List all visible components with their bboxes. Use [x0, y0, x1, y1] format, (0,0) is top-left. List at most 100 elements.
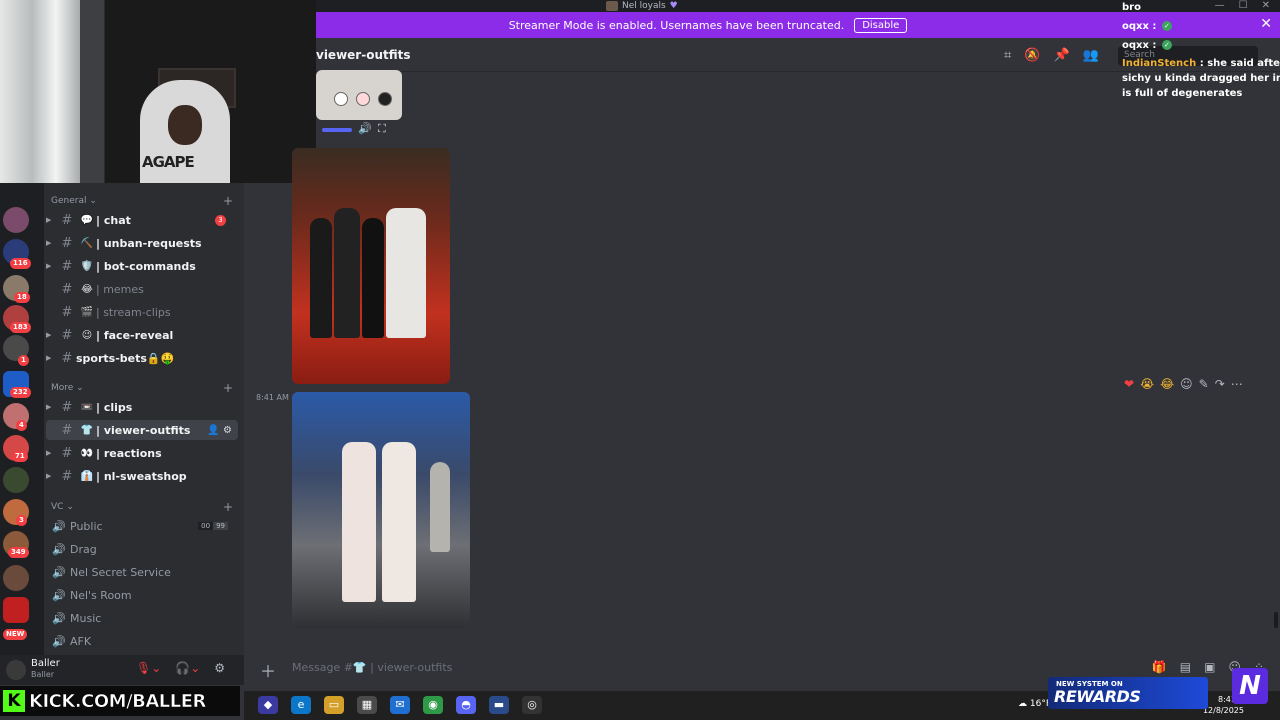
- voice-channel[interactable]: 🔊 AFK: [46, 631, 238, 651]
- message-input[interactable]: Message #👕 | viewer-outfits: [292, 661, 452, 674]
- channel-emoji: 👕: [80, 424, 94, 436]
- add-channel-icon[interactable]: +: [223, 500, 233, 514]
- channel-label: | stream-clips: [96, 305, 171, 319]
- voice-label: AFK: [70, 634, 92, 648]
- server-name: Nel loyals: [622, 1, 666, 11]
- channel-item[interactable]: # 😂 | memes: [46, 279, 238, 299]
- image-attachment[interactable]: [292, 392, 470, 628]
- unread-badge: 3: [215, 214, 226, 226]
- more-icon[interactable]: ⋯: [1231, 377, 1243, 391]
- channel-settings-icon[interactable]: 👤 ⚙: [207, 425, 232, 436]
- volume-icon[interactable]: 🔊: [358, 122, 372, 135]
- server-icon[interactable]: [3, 207, 29, 233]
- gift-icon[interactable]: 🎁: [1152, 660, 1167, 674]
- fullscreen-icon[interactable]: ⛶: [378, 122, 386, 136]
- channel-item[interactable]: # 🎬 | stream-clips: [46, 302, 238, 322]
- weather-widget[interactable]: ☁ 16°F: [1018, 699, 1051, 709]
- image-attachment[interactable]: [292, 148, 450, 384]
- channel-item[interactable]: ▶ # ⛏️ | unban-requests: [46, 233, 238, 253]
- voice-label: Nel's Room: [70, 588, 132, 602]
- channel-item[interactable]: ▶ # 👔 | nl-sweatshop: [46, 466, 238, 486]
- pin-icon[interactable]: 📌: [1054, 48, 1070, 63]
- mail-icon[interactable]: ✉: [390, 696, 410, 714]
- control-icon: [334, 92, 348, 106]
- cry-reaction-icon[interactable]: 😭: [1140, 377, 1154, 391]
- channel-label: | face-reveal: [96, 328, 174, 342]
- discord-icon[interactable]: ◓: [456, 696, 476, 714]
- edit-icon[interactable]: ✎: [1199, 377, 1209, 391]
- voice-channel[interactable]: 🔊 Drag: [46, 539, 238, 559]
- members-icon[interactable]: 👥: [1083, 48, 1099, 63]
- channel-emoji: 😉: [81, 329, 93, 341]
- chrome-icon[interactable]: ◉: [423, 696, 443, 714]
- gif-icon[interactable]: ▤: [1180, 660, 1191, 674]
- category-label: VC: [51, 502, 64, 512]
- laugh-reaction-icon[interactable]: 😂: [1160, 377, 1174, 391]
- voice-channel[interactable]: 🔊 Music: [46, 608, 238, 628]
- channel-emoji: 😂: [81, 283, 93, 295]
- user-panel: Baller Baller 🎙⌄ 🎧⌄ ⚙: [0, 655, 244, 685]
- edge-icon[interactable]: e: [291, 696, 311, 714]
- voice-channel[interactable]: 🔊 Nel Secret Service: [46, 562, 238, 582]
- copilot-icon[interactable]: ◆: [258, 696, 278, 714]
- category-vc[interactable]: VC ⌄ +: [51, 500, 233, 514]
- heart-reaction-icon[interactable]: ❤: [1124, 377, 1134, 391]
- channel-item-active[interactable]: # 👕 | viewer-outfits 👤 ⚙: [46, 420, 238, 440]
- image-attachment[interactable]: [316, 70, 402, 120]
- mic-muted-icon[interactable]: 🎙⌄: [136, 661, 161, 675]
- monitor-icon[interactable]: ▬: [489, 696, 509, 714]
- server-badge: 71: [12, 451, 28, 462]
- avatar[interactable]: [6, 660, 26, 680]
- mute-icon[interactable]: 🔕: [1024, 48, 1040, 63]
- sticker-icon[interactable]: ▣: [1204, 660, 1215, 674]
- server-badge: 116: [10, 258, 31, 269]
- add-reaction-icon[interactable]: ☺: [1180, 377, 1193, 391]
- category-more[interactable]: More ⌄ +: [51, 381, 233, 395]
- scrollbar[interactable]: [1274, 612, 1278, 628]
- add-channel-icon[interactable]: +: [223, 381, 233, 395]
- channel-item[interactable]: ▶ # 📼 | clips: [46, 397, 238, 417]
- server-badge: 4: [16, 420, 27, 431]
- speaker-icon: 🔊: [52, 519, 66, 533]
- obs-icon[interactable]: ◎: [522, 696, 542, 714]
- nel-logo-icon: N: [1232, 668, 1268, 704]
- check-emote-icon: ✓: [1161, 40, 1172, 50]
- headphones-muted-icon[interactable]: 🎧⌄: [175, 661, 200, 675]
- voice-channel[interactable]: 🔊 Nel's Room: [46, 585, 238, 605]
- forward-icon[interactable]: ↷: [1215, 377, 1225, 391]
- user-limit-chip: 00 99: [198, 522, 228, 530]
- volume-slider[interactable]: [322, 128, 352, 132]
- gear-icon[interactable]: ⚙: [214, 661, 225, 675]
- kick-overlay: K KICK.COM/BALLER: [0, 686, 240, 716]
- new-badge: NEW: [3, 629, 28, 640]
- voice-label: Music: [70, 611, 102, 625]
- server-icon[interactable]: [3, 565, 29, 591]
- file-explorer-icon[interactable]: ▭: [324, 696, 344, 714]
- channel-item[interactable]: ▶ # 👀 | reactions: [46, 443, 238, 463]
- server-indicator: Nel loyals ♥: [606, 0, 678, 12]
- threads-icon[interactable]: ⌗: [1004, 48, 1011, 63]
- disable-button[interactable]: Disable: [854, 17, 908, 33]
- server-icon[interactable]: [3, 597, 29, 623]
- channel-item[interactable]: ▶ # 🛡️ | bot-commands: [46, 256, 238, 276]
- channel-label: | viewer-outfits: [96, 423, 191, 437]
- username: Baller: [31, 658, 60, 669]
- user-status: Baller: [31, 670, 55, 679]
- chat-line: sichy u kinda dragged her into it a: [1122, 73, 1280, 84]
- photo-person: [386, 208, 426, 338]
- header-toolbar: ⌗ 🔕 📌 👥: [1004, 48, 1099, 63]
- category-general[interactable]: General ⌄ +: [51, 194, 233, 208]
- channel-emoji: 💬: [80, 214, 94, 226]
- add-attachment-icon[interactable]: ＋: [260, 658, 276, 682]
- chat-line: oqxx : ✓: [1122, 40, 1172, 51]
- server-icon[interactable]: [3, 467, 29, 493]
- add-channel-icon[interactable]: +: [223, 194, 233, 208]
- server-rail: 116 18 183 1 232 4 71 3 349 NEW: [0, 183, 44, 655]
- store-icon[interactable]: ▦: [357, 696, 377, 714]
- channel-item[interactable]: ▶ # 😉 | face-reveal: [46, 325, 238, 345]
- photo-person: [362, 218, 384, 338]
- voice-channel[interactable]: 🔊 Public 00 99: [46, 516, 238, 536]
- speaker-icon: 🔊: [52, 611, 66, 625]
- channel-item[interactable]: ▶ # 💬 | chat 3: [46, 210, 238, 230]
- channel-item[interactable]: ▶ # sports-bets🔒🤑: [46, 348, 238, 368]
